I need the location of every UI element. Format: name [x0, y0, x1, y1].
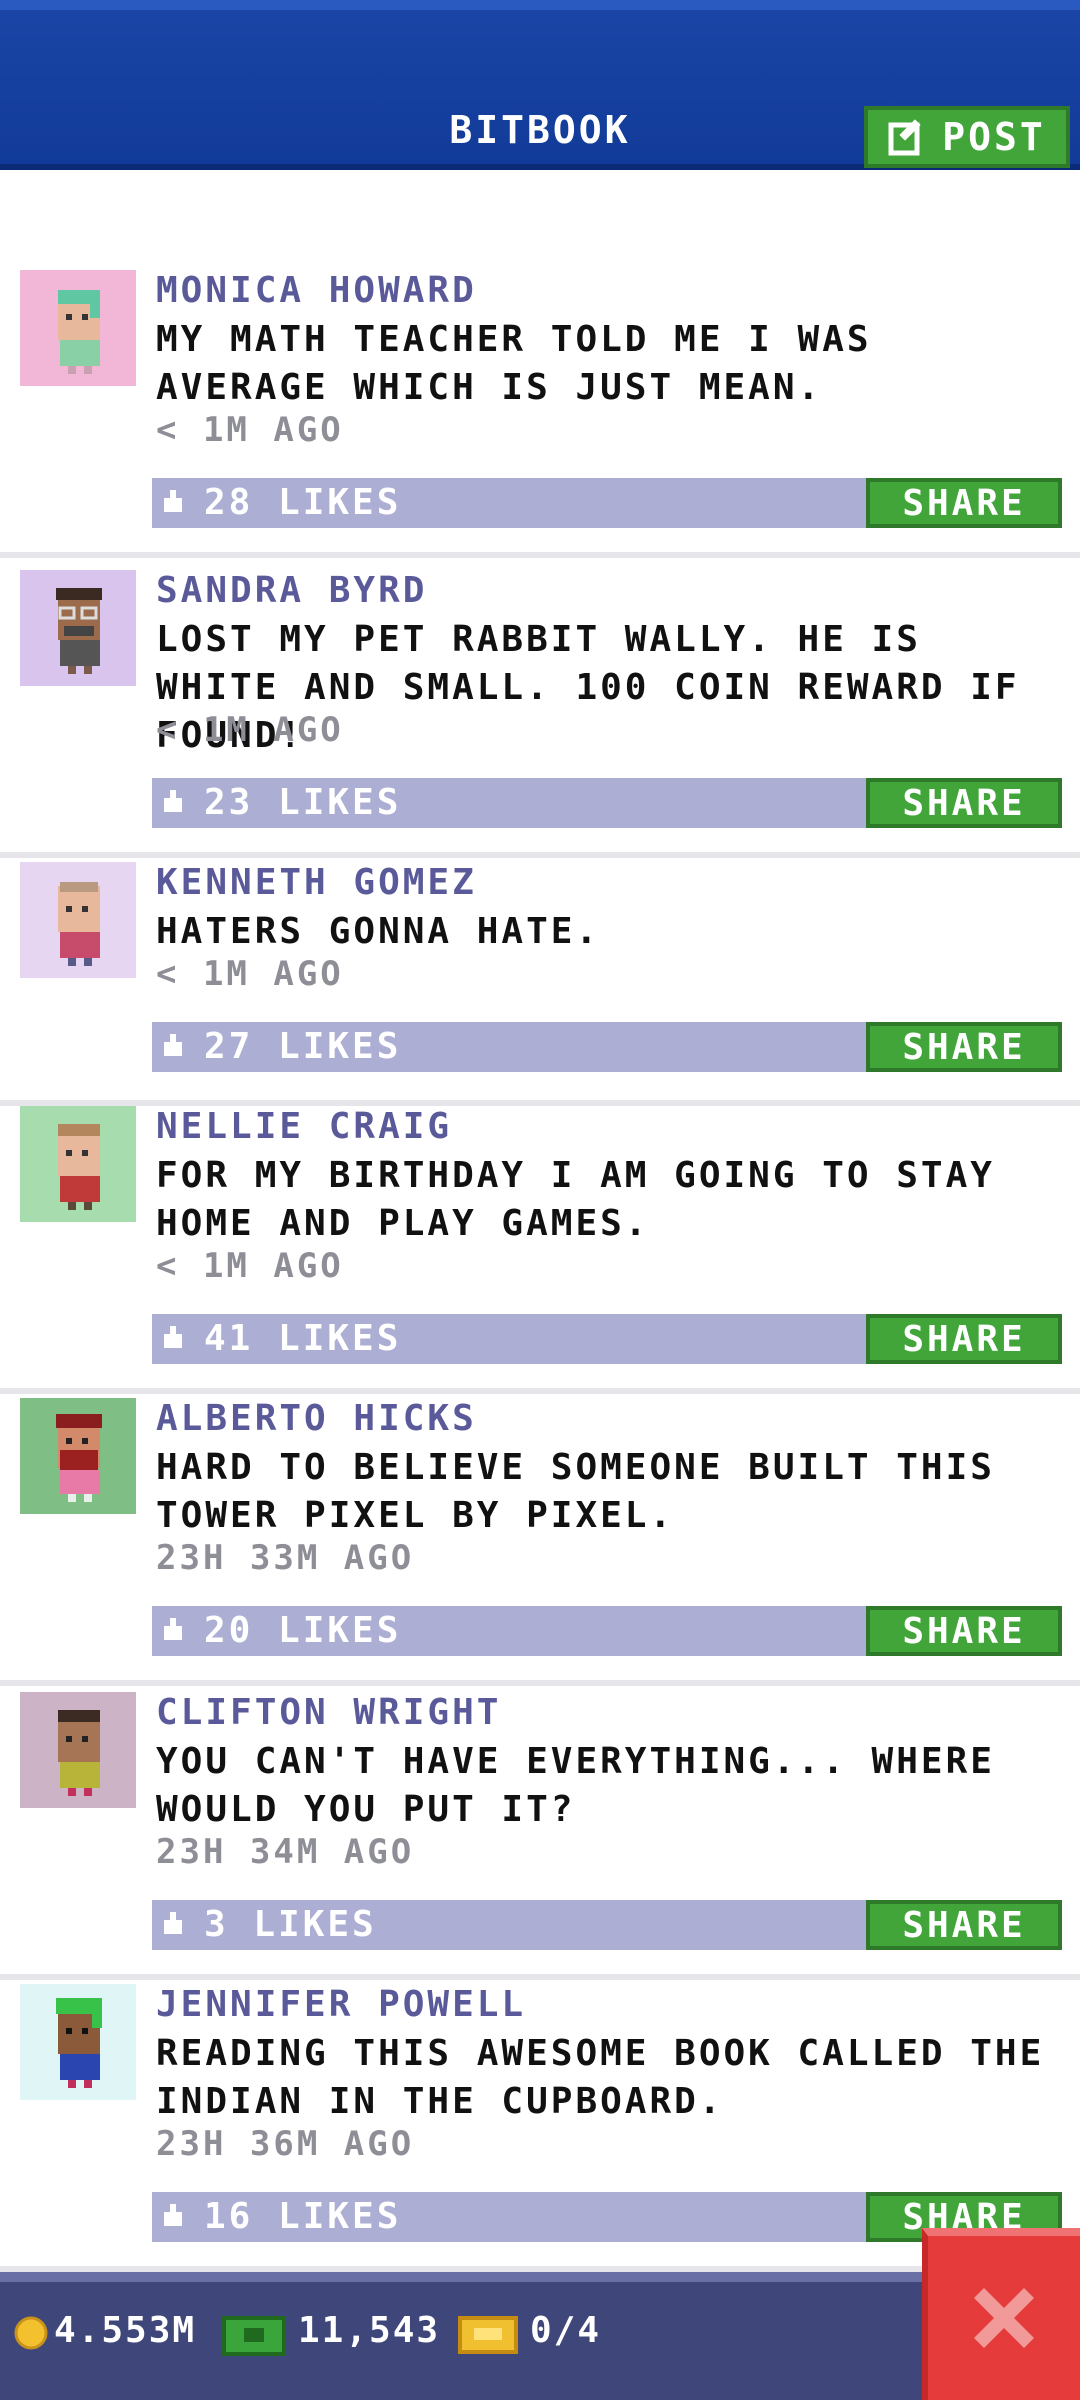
like-count: 16 LIKES [204, 2196, 402, 2237]
post-time: 23H 34M AGO [156, 1832, 415, 1872]
thumbs-up-icon [164, 1618, 182, 1640]
post-time: < 1M AGO [156, 710, 344, 750]
like-count: 28 LIKES [204, 482, 402, 523]
compose-icon [888, 119, 921, 156]
post-button[interactable]: POST [864, 106, 1070, 168]
coin-count: 4.553M [54, 2310, 197, 2351]
post-item: SANDRA BYRD LOST MY PET RABBIT WALLY. HE… [0, 570, 1080, 858]
avatar [20, 570, 136, 686]
coin-icon [14, 2316, 48, 2350]
poster-name[interactable]: SANDRA BYRD [156, 570, 427, 611]
post-time: 23H 33M AGO [156, 1538, 415, 1578]
avatar [20, 862, 136, 978]
post-message: HARD TO BELIEVE SOMEONE BUILT THIS TOWER… [156, 1447, 995, 1536]
top-bar: BITBOOK POST [0, 0, 1080, 170]
post-message: MY MATH TEACHER TOLD ME I WAS AVERAGE WH… [156, 319, 872, 408]
close-button[interactable] [922, 2228, 1080, 2400]
like-bar[interactable]: 28 LIKES SHARE [152, 478, 1062, 528]
post-item: MONICA HOWARD MY MATH TEACHER TOLD ME I … [0, 270, 1080, 558]
poster-name[interactable]: NELLIE CRAIG [156, 1106, 452, 1147]
post-item: JENNIFER POWELL READING THIS AWESOME BOO… [0, 1984, 1080, 2272]
like-bar[interactable]: 41 LIKES SHARE [152, 1314, 1062, 1364]
post-message: FOR MY BIRTHDAY I AM GOING TO STAY HOME … [156, 1155, 995, 1244]
ticket-count: 0/4 [530, 2310, 602, 2351]
poster-name[interactable]: CLIFTON WRIGHT [156, 1692, 501, 1733]
avatar [20, 1398, 136, 1514]
avatar [20, 1984, 136, 2100]
like-bar[interactable]: 23 LIKES SHARE [152, 778, 1062, 828]
share-button[interactable]: SHARE [866, 1314, 1062, 1364]
poster-name[interactable]: ALBERTO HICKS [156, 1398, 477, 1439]
post-time: < 1M AGO [156, 410, 344, 450]
like-count: 41 LIKES [204, 1318, 402, 1359]
share-button[interactable]: SHARE [866, 1606, 1062, 1656]
bux-count: 11,543 [298, 2310, 441, 2351]
poster-name[interactable]: MONICA HOWARD [156, 270, 477, 311]
ticket-icon [458, 2316, 518, 2354]
poster-name[interactable]: JENNIFER POWELL [156, 1984, 526, 2025]
thumbs-up-icon [164, 490, 182, 512]
like-bar[interactable]: 3 LIKES SHARE [152, 1900, 1062, 1950]
thumbs-up-icon [164, 1034, 182, 1056]
bux-icon [222, 2316, 286, 2356]
share-button[interactable]: SHARE [866, 778, 1062, 828]
like-count: 23 LIKES [204, 782, 402, 823]
post-time: 23H 36M AGO [156, 2124, 415, 2164]
share-button[interactable]: SHARE [866, 1022, 1062, 1072]
like-bar[interactable]: 27 LIKES SHARE [152, 1022, 1062, 1072]
post-label: POST [942, 115, 1046, 159]
close-icon [974, 2288, 1034, 2348]
thumbs-up-icon [164, 2204, 182, 2226]
post-time: < 1M AGO [156, 954, 344, 994]
post-item: ALBERTO HICKS HARD TO BELIEVE SOMEONE BU… [0, 1398, 1080, 1686]
share-button[interactable]: SHARE [866, 478, 1062, 528]
thumbs-up-icon [164, 1912, 182, 1934]
post-message: READING THIS AWESOME BOOK CALLED THE IND… [156, 2033, 1045, 2122]
post-time: < 1M AGO [156, 1246, 344, 1286]
avatar [20, 270, 136, 386]
post-item: CLIFTON WRIGHT YOU CAN'T HAVE EVERYTHING… [0, 1692, 1080, 1980]
like-count: 27 LIKES [204, 1026, 402, 1067]
poster-name[interactable]: KENNETH GOMEZ [156, 862, 477, 903]
thumbs-up-icon [164, 1326, 182, 1348]
post-item: KENNETH GOMEZ HATERS GONNA HATE. < 1M AG… [0, 862, 1080, 1106]
post-message: HATERS GONNA HATE. [156, 911, 601, 952]
like-bar[interactable]: 20 LIKES SHARE [152, 1606, 1062, 1656]
post-message: YOU CAN'T HAVE EVERYTHING... WHERE WOULD… [156, 1741, 995, 1830]
like-count: 3 LIKES [204, 1904, 377, 1945]
post-item: NELLIE CRAIG FOR MY BIRTHDAY I AM GOING … [0, 1106, 1080, 1394]
like-count: 20 LIKES [204, 1610, 402, 1651]
avatar [20, 1692, 136, 1808]
share-button[interactable]: SHARE [866, 1900, 1062, 1950]
avatar [20, 1106, 136, 1222]
thumbs-up-icon [164, 790, 182, 812]
status-bar: 4.553M 11,543 0/4 [0, 2272, 1080, 2400]
